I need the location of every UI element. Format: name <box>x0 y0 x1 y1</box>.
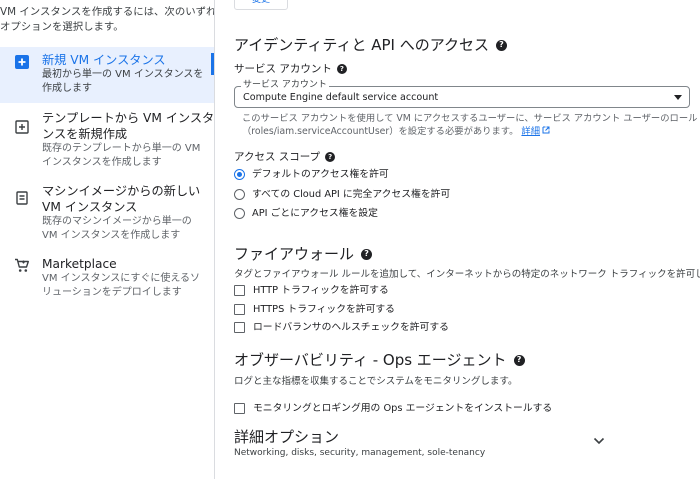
external-link-icon <box>542 126 550 134</box>
service-account-note: このサービス アカウントを使用して VM にアクセスするユーザーに、サービス ア… <box>242 113 698 137</box>
option-title: ンスを新規作成 <box>42 127 128 141</box>
option-desc: VM インスタンスにすぐに使えるソ <box>42 273 201 284</box>
checkbox[interactable] <box>234 303 245 315</box>
help-icon[interactable]: ? <box>325 152 336 162</box>
checkbox[interactable] <box>234 402 245 414</box>
identity-section-heading: アイデンティティと API へのアクセス ? <box>234 35 507 55</box>
advanced-options-desc: Networking, disks, security, management,… <box>234 448 486 458</box>
change-button[interactable]: 変更 <box>234 0 288 10</box>
firewall-section-heading: ファイアウォール ? <box>234 244 373 264</box>
observability-section-heading: オブザーバビリティ - Ops エージェント ? <box>234 350 525 370</box>
creation-options-panel: VM インスタンスを作成するには、次のいずれかの オプションを選択します。 新規… <box>0 0 215 479</box>
allow-https-checkbox[interactable]: HTTPS トラフィックを許可する <box>234 302 395 316</box>
scope-option-per-api[interactable]: API ごとにアクセス権を設定 <box>234 206 378 220</box>
radio[interactable] <box>234 207 245 219</box>
option-desc: インスタンスを作成します <box>42 157 162 168</box>
checkbox[interactable] <box>234 284 245 296</box>
radio-selected[interactable] <box>234 168 245 180</box>
help-icon[interactable]: ? <box>513 354 525 366</box>
option-title: テンプレートから VM インスタ <box>42 111 215 125</box>
machine-image-icon <box>13 189 31 207</box>
install-ops-agent-checkbox[interactable]: モニタリングとロギング用の Ops エージェントをインストールする <box>234 401 552 415</box>
select-value: Compute Engine default service account <box>243 92 439 103</box>
creation-intro-text: VM インスタンスを作成するには、次のいずれかの オプションを選択します。 <box>0 6 215 33</box>
help-icon[interactable]: ? <box>361 248 373 260</box>
option-desc: 既存のテンプレートから単一の VM <box>42 143 201 154</box>
observability-desc: ログと主な指標を収集することでシステムをモニタリングします。 <box>234 376 518 387</box>
add-from-template-icon <box>13 118 31 136</box>
advanced-options-heading[interactable]: 詳細オプション <box>234 427 339 447</box>
learn-more-link[interactable]: 詳細 <box>521 126 550 137</box>
access-scope-label: アクセス スコープ ? <box>234 150 336 164</box>
option-title: Marketplace <box>42 257 117 271</box>
help-icon[interactable]: ? <box>336 64 347 74</box>
radio[interactable] <box>234 188 245 200</box>
service-account-select[interactable]: サービス アカウント Compute Engine default servic… <box>234 80 690 108</box>
select-floating-label: サービス アカウント <box>241 80 329 91</box>
option-from-template[interactable]: テンプレートから VM インスタ ンスを新規作成 既存のテンプレートから単一の … <box>0 108 214 174</box>
scope-option-full-access[interactable]: すべての Cloud API に完全アクセス権を許可 <box>234 187 450 201</box>
allow-http-checkbox[interactable]: HTTP トラフィックを許可する <box>234 283 389 297</box>
option-from-machine-image[interactable]: マシンイメージからの新しい VM インスタンス 既存のマシンイメージから単一の … <box>0 181 214 247</box>
scope-option-default[interactable]: デフォルトのアクセス権を許可 <box>234 167 389 181</box>
checkbox[interactable] <box>234 321 245 333</box>
option-desc: 既存のマシンイメージから単一の <box>42 216 192 227</box>
option-new-vm-instance[interactable]: 新規 VM インスタンス 最初から単一の VM インスタンスを 作成します <box>0 47 214 103</box>
option-desc: 最初から単一の VM インスタンスを <box>42 69 204 80</box>
option-desc: VM インスタンスを作成します <box>42 230 181 241</box>
option-title: VM インスタンス <box>42 200 138 214</box>
firewall-desc: タグとファイアウォール ルールを追加して、インターネットからの特定のネットワーク… <box>234 269 700 280</box>
option-title: マシンイメージからの新しい <box>42 184 201 198</box>
vm-config-form: 変更 アイデンティティと API へのアクセス ? サービス アカウント ? サ… <box>216 0 700 479</box>
option-desc: 作成します <box>42 83 92 94</box>
add-box-icon <box>13 53 31 71</box>
service-account-label: サービス アカウント ? <box>234 62 347 76</box>
option-desc: リューションをデプロイします <box>42 287 182 298</box>
chevron-down-icon[interactable] <box>592 434 606 448</box>
allow-lb-health-check-checkbox[interactable]: ロードバランサのヘルスチェックを許可する <box>234 320 449 334</box>
option-marketplace[interactable]: Marketplace VM インスタンスにすぐに使えるソ リューションをデプロ… <box>0 254 214 304</box>
help-icon[interactable]: ? <box>495 39 507 51</box>
dropdown-arrow-icon <box>674 95 682 100</box>
option-title: 新規 VM インスタンス <box>42 53 166 67</box>
cart-icon <box>13 256 31 274</box>
